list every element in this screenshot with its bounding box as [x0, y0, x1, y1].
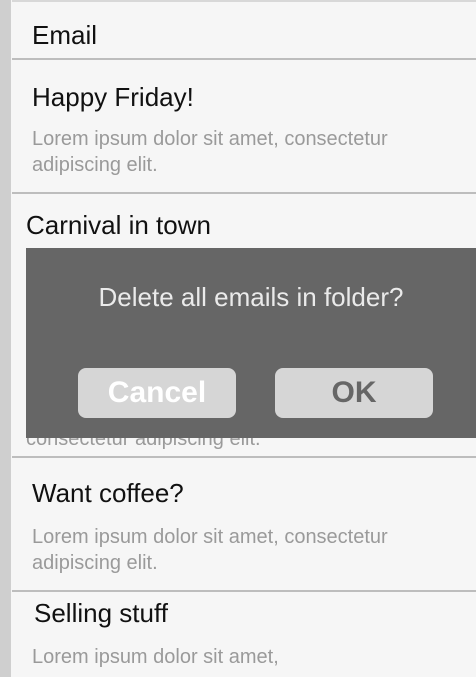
email-preview: Lorem ipsum dolor sit amet, consectetur …	[32, 128, 388, 176]
email-preview: Lorem ipsum dolor sit amet,	[32, 646, 279, 668]
email-item-want-coffee[interactable]: Want coffee? Lorem ipsum dolor sit amet,…	[12, 458, 476, 592]
left-edge-divider	[0, 0, 11, 677]
dialog-message: Delete all emails in folder?	[98, 282, 404, 312]
email-item-selling-stuff[interactable]: Selling stuff Lorem ipsum dolor sit amet…	[12, 592, 476, 677]
email-item-happy-friday[interactable]: Happy Friday! Lorem ipsum dolor sit amet…	[12, 60, 476, 194]
email-subject: Happy Friday!	[32, 82, 194, 112]
email-screen: Email Happy Friday! Lorem ipsum dolor si…	[0, 0, 476, 677]
ok-button[interactable]: OK	[275, 368, 433, 418]
email-subject: Carnival in town	[26, 210, 211, 240]
folder-header: Email	[12, 0, 476, 60]
email-subject: Selling stuff	[34, 598, 168, 628]
delete-confirm-dialog: Delete all emails in folder? Cancel OK	[26, 248, 476, 438]
page-title: Email	[32, 20, 98, 50]
cancel-button[interactable]: Cancel	[78, 368, 236, 418]
email-subject: Want coffee?	[32, 478, 184, 508]
email-preview: Lorem ipsum dolor sit amet, consectetur …	[32, 526, 388, 574]
